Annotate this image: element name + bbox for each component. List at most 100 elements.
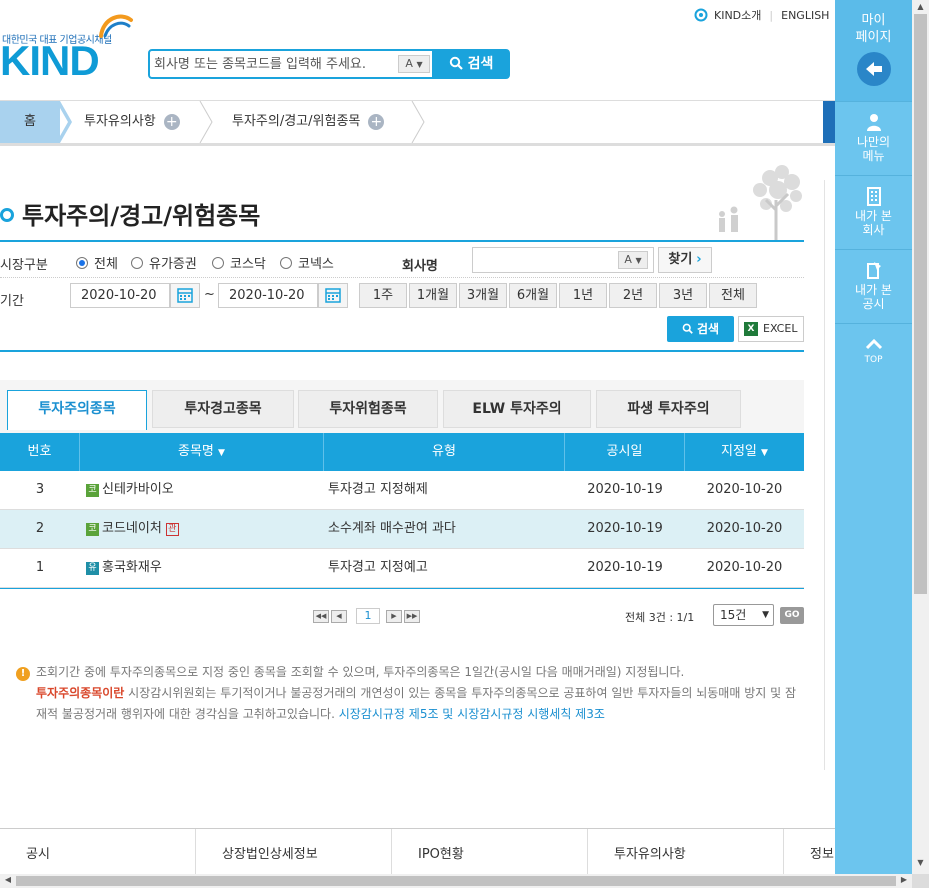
market-radio-all[interactable]: 전체: [76, 253, 118, 272]
keyboard-toggle-button[interactable]: A ▼: [398, 55, 430, 73]
radio-icon[interactable]: [212, 257, 224, 269]
viewed-disclosure-button[interactable]: 내가 본 공시: [835, 250, 912, 324]
cell-name[interactable]: 코 코드네이처 관: [86, 510, 179, 548]
date-from-input[interactable]: 2020-10-20: [70, 283, 170, 308]
table-row[interactable]: 2 코 코드네이처 관 소수계좌 매수관여 과다 2020-10-19 2020-1…: [0, 510, 804, 549]
calendar-icon[interactable]: [318, 283, 348, 308]
search-button[interactable]: 검색: [432, 49, 510, 79]
sort-down-icon[interactable]: ▼: [761, 448, 768, 458]
breadcrumb-home[interactable]: 홈: [0, 101, 60, 143]
expand-plus-icon[interactable]: +: [163, 113, 180, 130]
horizontal-scroll-thumb[interactable]: [16, 876, 896, 886]
search-icon: [682, 323, 693, 334]
date-to-input[interactable]: 2020-10-20: [218, 283, 318, 308]
my-menu-button[interactable]: 나만의 메뉴: [835, 102, 912, 176]
cell-name[interactable]: 코 신테카바이오: [86, 471, 174, 509]
cell-disclosed: 2020-10-19: [587, 521, 663, 536]
english-link[interactable]: ENGLISH: [781, 9, 829, 22]
building-icon: [866, 187, 881, 206]
first-page-icon[interactable]: ◀◀: [313, 610, 329, 623]
scroll-right-arrow-icon[interactable]: ▶: [898, 875, 910, 884]
search-input[interactable]: [154, 53, 394, 75]
market-radio-kospi[interactable]: 유가증권: [131, 253, 197, 272]
table-row[interactable]: 3 코 신테카바이오 투자경고 지정해제 2020-10-19 2020-10-2…: [0, 471, 804, 510]
header-designated[interactable]: 지정일 ▼: [685, 433, 804, 471]
radio-icon[interactable]: [131, 257, 143, 269]
about-kind-link[interactable]: KIND소개: [714, 9, 761, 22]
scroll-left-arrow-icon[interactable]: ◀: [2, 875, 14, 884]
company-input[interactable]: A ▼: [472, 247, 654, 273]
breadcrumb-item-current[interactable]: 투자주의/경고/위험종목 +: [232, 101, 385, 143]
company-link[interactable]: 신테카바이오: [102, 482, 174, 497]
scroll-top-button[interactable]: TOP: [835, 338, 912, 378]
globe-icon: [694, 8, 708, 22]
last-page-icon[interactable]: ▶▶: [404, 610, 420, 623]
header-name[interactable]: 종목명 ▼: [80, 433, 324, 471]
cell-designated: 2020-10-20: [706, 521, 783, 536]
vertical-scrollbar[interactable]: ▲ ▼: [912, 0, 929, 874]
footer-item-caution[interactable]: 투자유의사항: [588, 829, 784, 876]
horizontal-scrollbar[interactable]: ◀ ▶: [0, 874, 912, 888]
period-1m-button[interactable]: 1개월: [409, 283, 457, 308]
expand-plus-icon[interactable]: +: [368, 113, 385, 130]
cell-designated: 2020-10-20: [706, 482, 783, 497]
cell-type: 소수계좌 매수관여 과다: [328, 521, 456, 536]
cell-disclosed: 2020-10-19: [587, 560, 663, 575]
period-3m-button[interactable]: 3개월: [459, 283, 507, 308]
period-3y-button[interactable]: 3년: [659, 283, 707, 308]
table-row[interactable]: 1 유 홍국화재우 투자경고 지정예고 2020-10-19 2020-10-20: [0, 549, 804, 588]
notice-line1: 조회기간 중에 투자주의종목으로 지정 중인 종목을 조회할 수 있으며, 투자…: [36, 665, 685, 679]
scroll-down-arrow-icon[interactable]: ▼: [912, 858, 929, 867]
breadcrumb: 홈 투자유의사항 + 투자주의/경고/위험종목 +: [0, 100, 835, 146]
tab-warning[interactable]: 투자경고종목: [152, 390, 294, 428]
cell-no: 1: [35, 560, 45, 575]
footer-item-disclosure[interactable]: 공시: [0, 829, 196, 876]
keyboard-toggle-button[interactable]: A ▼: [618, 251, 648, 269]
page-size-select[interactable]: 15건 ▼: [713, 604, 774, 626]
company-label: 회사명: [402, 259, 438, 274]
kospi-badge-icon: 유: [86, 562, 99, 575]
radio-icon[interactable]: [280, 257, 292, 269]
footer-item-company-info[interactable]: 상장법인상세정보: [196, 829, 392, 876]
period-1y-button[interactable]: 1년: [559, 283, 607, 308]
header-disclosed: 공시일: [565, 433, 685, 471]
breadcrumb-edge: [823, 101, 835, 143]
tab-risk[interactable]: 투자위험종목: [298, 390, 438, 428]
current-page[interactable]: 1: [356, 608, 380, 624]
period-1w-button[interactable]: 1주: [359, 283, 407, 308]
top-links: KIND소개 | ENGLISH: [694, 7, 829, 23]
my-page-header[interactable]: 마이 페이지: [835, 0, 912, 102]
excel-button[interactable]: X EXCEL: [738, 316, 804, 342]
sort-down-icon[interactable]: ▼: [218, 448, 225, 458]
vertical-scroll-thumb[interactable]: [914, 14, 927, 594]
filter-search-button[interactable]: 검색: [667, 316, 734, 342]
period-all-button[interactable]: 전체: [709, 283, 757, 308]
kind-logo[interactable]: KIND: [0, 40, 100, 82]
radio-selected-icon[interactable]: [76, 257, 88, 269]
market-radio-kosdaq[interactable]: 코스닥: [212, 253, 266, 272]
prev-page-icon[interactable]: ◀: [331, 610, 347, 623]
company-link[interactable]: 코드네이처: [102, 521, 162, 536]
tab-elw-caution[interactable]: ELW 투자주의: [443, 390, 591, 428]
scroll-up-arrow-icon[interactable]: ▲: [912, 2, 929, 11]
go-button[interactable]: GO: [780, 607, 804, 624]
tab-derivative-caution[interactable]: 파생 투자주의: [596, 390, 741, 428]
tab-caution[interactable]: 투자주의종목: [7, 390, 147, 430]
period-2y-button[interactable]: 2년: [609, 283, 657, 308]
company-link[interactable]: 홍국화재우: [102, 560, 162, 575]
market-radio-konex[interactable]: 코넥스: [280, 253, 334, 272]
footer-item-ipo[interactable]: IPO현황: [392, 829, 588, 876]
next-page-icon[interactable]: ▶: [386, 610, 402, 623]
find-button[interactable]: 찾기 ›: [658, 247, 712, 273]
calendar-icon[interactable]: [170, 283, 200, 308]
arrow-left-icon[interactable]: [856, 52, 891, 86]
breadcrumb-chevron-icon: [411, 101, 425, 143]
cell-name[interactable]: 유 홍국화재우: [86, 549, 162, 587]
title-bullet-icon: [0, 208, 14, 222]
period-6m-button[interactable]: 6개월: [509, 283, 557, 308]
rule-link[interactable]: 시장감시규정 제5조 및 시장감시규정 시행세칙 제3조: [339, 707, 605, 721]
filter-search-label: 검색: [696, 322, 720, 336]
viewed-company-button[interactable]: 내가 본 회사: [835, 176, 912, 250]
page-title: 투자주의/경고/위험종목: [0, 196, 260, 231]
breadcrumb-item-caution[interactable]: 투자유의사항 +: [84, 101, 180, 143]
